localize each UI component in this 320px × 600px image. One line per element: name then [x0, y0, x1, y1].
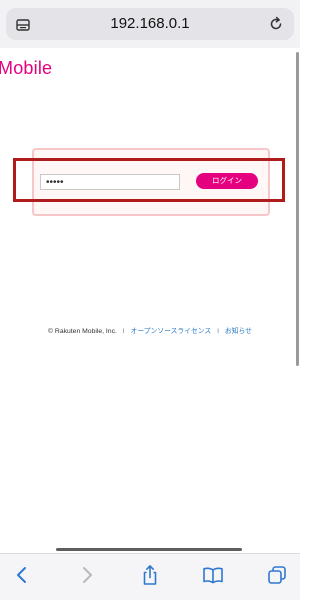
share-icon [141, 564, 159, 586]
footer-separator: I [122, 328, 125, 335]
vertical-scrollbar[interactable] [296, 52, 299, 366]
horizontal-scrollbar[interactable] [56, 548, 242, 551]
bookmarks-icon [202, 566, 224, 584]
url-text[interactable]: 192.168.0.1 [6, 8, 294, 40]
share-button[interactable] [137, 564, 163, 586]
browser-top-bar: 192.168.0.1 [0, 0, 300, 48]
reload-icon[interactable] [268, 16, 284, 32]
login-button[interactable]: ログイン [196, 173, 258, 189]
tabs-icon [267, 565, 287, 585]
tabs-button[interactable] [264, 564, 290, 586]
footer-separator: I [217, 328, 220, 335]
back-icon [15, 566, 29, 584]
browser-bottom-toolbar [0, 553, 300, 600]
forward-icon [80, 566, 94, 584]
bookmarks-button[interactable] [200, 564, 226, 586]
back-button[interactable] [9, 564, 35, 586]
news-link[interactable]: お知らせ [225, 328, 252, 335]
brand-logo: Mobile [0, 58, 53, 78]
open-source-license-link[interactable]: オープンソースライセンス [131, 328, 212, 335]
forward-button[interactable] [74, 564, 100, 586]
address-bar[interactable]: 192.168.0.1 [6, 8, 294, 40]
footer: © Rakuten Mobile, Inc. I オープンソースライセンス I … [0, 326, 300, 338]
password-field[interactable] [40, 174, 180, 190]
phone-screen: 192.168.0.1 Mobile ログイン © Rakuten Mobile… [0, 0, 300, 600]
copyright-text: © Rakuten Mobile, Inc. [48, 328, 117, 335]
